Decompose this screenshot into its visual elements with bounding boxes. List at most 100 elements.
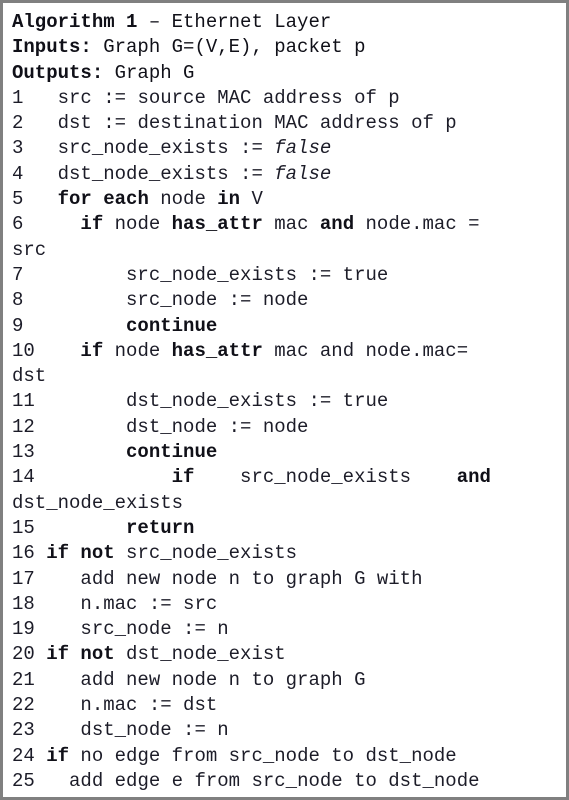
- line-text: node: [103, 213, 172, 236]
- code-line: 19 src_node := n: [12, 617, 560, 642]
- algorithm-title-text: – Ethernet Layer: [137, 11, 332, 33]
- line-text: mac: [262, 213, 320, 236]
- line-keyword: has_attr: [171, 213, 263, 236]
- line-text: src_node := n: [80, 618, 229, 641]
- code-line: 10 if node has_attr mac and node.mac=: [12, 339, 560, 364]
- line-text: src_node_exists := true: [126, 263, 389, 286]
- line-number: 14: [12, 466, 35, 489]
- line-number: 10: [12, 339, 35, 362]
- code-line: 13 continue: [12, 440, 560, 465]
- algorithm-outputs-line: Outputs: Graph G: [12, 61, 560, 86]
- algorithm-inputs-line: Inputs: Graph G=(V,E), packet p: [12, 35, 560, 60]
- code-line: 18 n.mac := src: [12, 592, 560, 617]
- code-line: 2 dst := destination MAC address of p: [12, 111, 560, 136]
- code-line-wrap: dst: [12, 365, 47, 388]
- line-text: dst_node := node: [126, 415, 309, 438]
- line-number: 18: [12, 592, 35, 615]
- line-keyword: continue: [126, 314, 218, 337]
- line-keyword: continue: [126, 441, 218, 464]
- line-number: 15: [12, 516, 35, 539]
- line-keyword: if: [80, 339, 104, 362]
- code-line: 14 if src_node_exists and: [12, 465, 560, 490]
- line-keyword: if not: [46, 643, 115, 666]
- line-number: 1: [12, 86, 35, 109]
- line-number: 25: [12, 769, 35, 792]
- line-keyword: for each: [57, 188, 149, 211]
- code-line: 12 dst_node := node: [12, 415, 560, 440]
- line-number: 13: [12, 441, 35, 464]
- line-number: 22: [12, 694, 35, 717]
- line-number: 20: [12, 643, 35, 666]
- code-line: 22 n.mac := dst: [12, 693, 560, 718]
- code-line: 4 dst_node_exists := false: [12, 162, 560, 187]
- line-keyword: and: [319, 213, 355, 236]
- line-keyword: in: [217, 188, 241, 211]
- line-literal: false: [274, 137, 332, 160]
- line-text: node: [103, 339, 172, 362]
- line-number: 12: [12, 415, 35, 438]
- code-line-wrap: dst_node_exists: [12, 491, 184, 514]
- line-text: V: [240, 188, 263, 211]
- line-text: dst_node_exist: [114, 643, 286, 666]
- line-text: src := source MAC address of p: [57, 86, 400, 109]
- line-text: dst_node_exists :=: [57, 162, 275, 185]
- line-text: add edge e from src_node to dst_node: [69, 769, 480, 792]
- line-text: node: [148, 188, 218, 211]
- code-line: 11 dst_node_exists := true: [12, 389, 560, 414]
- line-keyword: return: [126, 516, 195, 539]
- code-line: 6 if node has_attr mac and node.mac =: [12, 212, 560, 237]
- line-keyword: if: [80, 213, 104, 236]
- line-text: node.mac =: [354, 213, 480, 236]
- line-text: src_node_exists :=: [57, 137, 275, 160]
- code-line: 23 dst_node := n: [12, 718, 560, 743]
- line-number: 17: [12, 567, 35, 590]
- line-keyword: and: [456, 466, 491, 489]
- line-text: no edge from src_node to dst_node: [69, 744, 457, 767]
- line-number: 7: [12, 263, 35, 286]
- inputs-value: Graph G=(V,E), packet p: [91, 36, 366, 59]
- line-number: 5: [12, 188, 35, 211]
- algorithm-code-block: Algorithm 1 – Ethernet Layer Inputs: Gra…: [3, 6, 566, 797]
- outputs-label: Outputs:: [12, 61, 104, 84]
- line-text: src_node_exists: [114, 542, 298, 565]
- line-text: src_node_exists: [194, 466, 457, 489]
- code-line: 24 if no edge from src_node to dst_node: [12, 744, 560, 769]
- line-number: 19: [12, 618, 35, 641]
- line-number: 2: [12, 112, 35, 135]
- line-number: 11: [12, 390, 35, 413]
- algorithm-figure: Algorithm 1 – Ethernet Layer Inputs: Gra…: [0, 0, 569, 800]
- line-number: 6: [12, 213, 35, 236]
- line-number: 8: [12, 289, 35, 312]
- algorithm-title-keyword: Algorithm 1: [12, 11, 138, 33]
- algorithm-title-line: Algorithm 1 – Ethernet Layer: [12, 10, 560, 35]
- inputs-label: Inputs:: [12, 36, 92, 59]
- outputs-value: Graph G: [103, 61, 195, 84]
- line-number: 4: [12, 162, 35, 185]
- line-number: 21: [12, 668, 35, 691]
- line-text: n.mac := dst: [80, 694, 218, 717]
- code-line: 15 return: [12, 516, 560, 541]
- line-literal: false: [274, 162, 332, 185]
- line-text: add new node n to graph G with: [80, 567, 423, 590]
